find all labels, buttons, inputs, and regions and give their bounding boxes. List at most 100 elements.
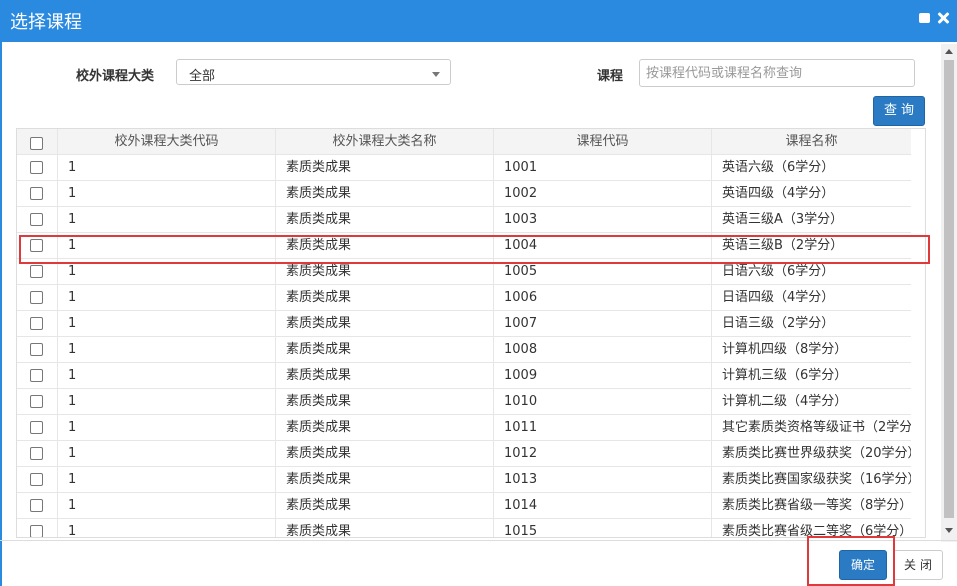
table-cell: 素质类成果	[276, 311, 494, 337]
row-checkbox[interactable]	[30, 369, 43, 382]
table-cell: 1012	[494, 441, 712, 467]
scroll-up-icon[interactable]	[945, 49, 953, 54]
course-table: 校外课程大类代码 校外课程大类名称 课程代码 课程名称 1 素质类成果 1001 英语…	[16, 128, 926, 538]
row-checkbox[interactable]	[30, 343, 43, 356]
category-select-value: 全部	[189, 69, 216, 84]
column-header-course-code[interactable]: 课程代码	[494, 129, 712, 155]
table-cell: 1	[58, 337, 276, 363]
table-cell: 1	[58, 363, 276, 389]
ok-button-annotation	[807, 536, 895, 586]
table-cell: 1011	[494, 415, 712, 441]
table-cell: 素质类成果	[276, 337, 494, 363]
row-checkbox[interactable]	[30, 421, 43, 434]
table-header: 校外课程大类代码 校外课程大类名称 课程代码 课程名称	[17, 129, 911, 155]
close-icon[interactable]	[936, 11, 950, 25]
table-cell: 素质类成果	[276, 155, 494, 181]
table-cell: 1	[58, 415, 276, 441]
row-checkbox[interactable]	[30, 525, 43, 537]
table-cell: 素质类比赛省级一等奖（8学分）	[722, 498, 911, 513]
table-cell: 1	[58, 389, 276, 415]
highlighted-row-annotation	[19, 235, 930, 264]
table-cell: 素质类比赛国家级获奖（16学分）	[722, 472, 911, 487]
chevron-down-icon	[432, 72, 440, 77]
table-cell: 英语三级A（3学分）	[722, 212, 844, 227]
table-cell: 计算机四级（8学分）	[722, 342, 848, 357]
table-row[interactable]: 1 素质类成果 1013 素质类比赛国家级获奖（16学分）	[17, 467, 911, 493]
row-checkbox[interactable]	[30, 473, 43, 486]
table-cell: 1	[58, 207, 276, 233]
close-button[interactable]: 关闭	[893, 550, 943, 580]
table-cell: 1	[58, 311, 276, 337]
table-row[interactable]: 1 素质类成果 1010 计算机二级（4学分）	[17, 389, 911, 415]
table-cell: 1	[58, 493, 276, 519]
table-row[interactable]: 1 素质类成果 1008 计算机四级（8学分）	[17, 337, 911, 363]
table-cell: 1009	[494, 363, 712, 389]
table-cell: 1013	[494, 467, 712, 493]
table-cell: 1014	[494, 493, 712, 519]
table-cell: 素质类成果	[276, 415, 494, 441]
select-all-checkbox[interactable]	[30, 137, 43, 150]
table-cell: 日语四级（4学分）	[722, 290, 835, 305]
row-checkbox[interactable]	[30, 291, 43, 304]
maximize-icon[interactable]	[918, 11, 932, 25]
table-cell: 1	[58, 181, 276, 207]
table-cell: 素质类比赛世界级获奖（20学分）	[722, 446, 911, 461]
row-checkbox[interactable]	[30, 499, 43, 512]
column-header-category-code[interactable]: 校外课程大类代码	[58, 129, 276, 155]
table-cell: 素质类成果	[276, 389, 494, 415]
table-cell: 1	[58, 519, 276, 537]
column-header-category-name[interactable]: 校外课程大类名称	[276, 129, 494, 155]
table-row[interactable]: 1 素质类成果 1012 素质类比赛世界级获奖（20学分）	[17, 441, 911, 467]
table-cell: 素质类成果	[276, 519, 494, 537]
table-row[interactable]: 1 素质类成果 1011 其它素质类资格等级证书（2学分）	[17, 415, 911, 441]
table-cell: 日语三级（2学分）	[722, 316, 835, 331]
row-checkbox[interactable]	[30, 395, 43, 408]
table-row[interactable]: 1 素质类成果 1009 计算机三级（6学分）	[17, 363, 911, 389]
row-checkbox[interactable]	[30, 447, 43, 460]
column-header-course-name[interactable]: 课程名称	[712, 129, 911, 155]
table-cell: 素质类成果	[276, 285, 494, 311]
category-select[interactable]: 全部	[176, 59, 451, 85]
scroll-down-icon[interactable]	[945, 528, 953, 533]
table-cell: 1	[58, 155, 276, 181]
table-cell: 1002	[494, 181, 712, 207]
dialog-left-border	[0, 42, 2, 586]
page-scrollbar[interactable]	[941, 44, 957, 542]
course-search-input[interactable]	[639, 59, 915, 87]
row-checkbox[interactable]	[30, 187, 43, 200]
dialog-title: 选择课程	[10, 12, 82, 33]
table-cell: 1008	[494, 337, 712, 363]
table-cell: 1010	[494, 389, 712, 415]
table-cell: 1	[58, 441, 276, 467]
course-label: 课程	[597, 69, 624, 84]
table-cell: 素质类成果	[276, 467, 494, 493]
table-cell: 1	[58, 285, 276, 311]
row-checkbox[interactable]	[30, 213, 43, 226]
table-cell: 素质类成果	[276, 363, 494, 389]
table-cell: 1003	[494, 207, 712, 233]
table-row[interactable]: 1 素质类成果 1006 日语四级（4学分）	[17, 285, 911, 311]
scrollbar-thumb[interactable]	[944, 60, 954, 518]
table-cell: 英语四级（4学分）	[722, 186, 835, 201]
table-row[interactable]: 1 素质类成果 1003 英语三级A（3学分）	[17, 207, 911, 233]
table-cell: 素质类成果	[276, 181, 494, 207]
category-label: 校外课程大类	[76, 69, 155, 84]
table-cell: 英语六级（6学分）	[722, 160, 835, 175]
table-row[interactable]: 1 素质类成果 1002 英语四级（4学分）	[17, 181, 911, 207]
table-row[interactable]: 1 素质类成果 1015 素质类比赛省级二等奖（6学分）	[17, 519, 911, 537]
table-row[interactable]: 1 素质类成果 1001 英语六级（6学分）	[17, 155, 911, 181]
table-row[interactable]: 1 素质类成果 1007 日语三级（2学分）	[17, 311, 911, 337]
table-cell: 1007	[494, 311, 712, 337]
table-cell: 1	[58, 467, 276, 493]
row-checkbox[interactable]	[30, 161, 43, 174]
row-checkbox[interactable]	[30, 265, 43, 278]
table-cell: 1006	[494, 285, 712, 311]
table-cell: 1015	[494, 519, 712, 537]
query-button[interactable]: 查询	[873, 96, 925, 126]
row-checkbox[interactable]	[30, 317, 43, 330]
table-cell: 计算机三级（6学分）	[722, 368, 848, 383]
table-cell: 1001	[494, 155, 712, 181]
table-cell: 其它素质类资格等级证书（2学分）	[722, 420, 911, 435]
table-cell: 计算机二级（4学分）	[722, 394, 848, 409]
table-row[interactable]: 1 素质类成果 1014 素质类比赛省级一等奖（8学分）	[17, 493, 911, 519]
